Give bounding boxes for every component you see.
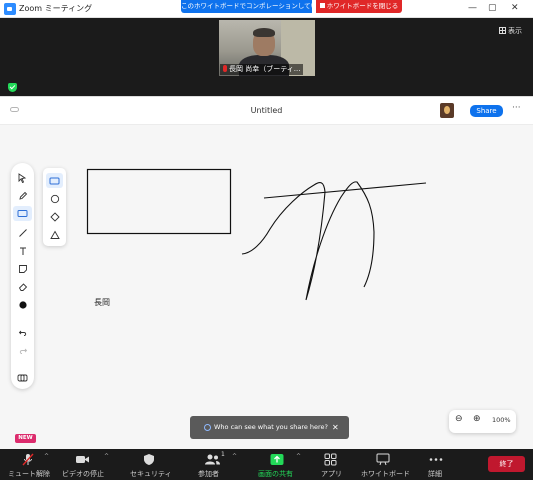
- shapes-icon: [17, 210, 28, 217]
- security-shield-icon: [144, 454, 154, 465]
- toast-close-button[interactable]: ✕: [332, 416, 339, 439]
- participant-video-tile[interactable]: 長岡 尚幸（ブーティ...: [219, 20, 315, 76]
- components-button[interactable]: [13, 370, 32, 385]
- whiteboard-button[interactable]: ホワイトボード: [361, 451, 410, 479]
- participants-count: 1: [221, 451, 225, 458]
- select-tool-button[interactable]: [13, 170, 32, 185]
- line-icon: [18, 228, 27, 237]
- circle-icon: [50, 194, 59, 203]
- whiteboard-label: ホワイトボード: [361, 470, 410, 478]
- security-button[interactable]: セキュリティ: [130, 451, 172, 479]
- select-icon: [18, 172, 27, 183]
- pen-icon: [18, 191, 27, 200]
- eraser-icon: [18, 282, 27, 291]
- participant-name: 長岡 尚幸（ブーティ...: [229, 65, 301, 73]
- undo-button[interactable]: [13, 325, 32, 340]
- pen-tool-button[interactable]: [13, 188, 32, 203]
- more-button[interactable]: 詳細: [424, 451, 448, 479]
- encryption-shield-icon[interactable]: [8, 83, 17, 92]
- participants-icon: [205, 454, 220, 465]
- share-screen-icon: [270, 454, 284, 465]
- more-label: 詳細: [428, 470, 442, 478]
- whiteboard-icon: [376, 453, 390, 466]
- share-options-chevron-icon[interactable]: ^: [296, 453, 301, 460]
- eraser-tool-button[interactable]: [13, 279, 32, 294]
- circle-shape-button[interactable]: [46, 191, 63, 206]
- meeting-controls-bar: ミュート解除 ^ ビデオの停止 ^ セキュリティ 1 参加者 ^ 画面の共有 ^…: [0, 449, 533, 480]
- participants-button[interactable]: 1 参加者: [196, 451, 230, 479]
- shapes-tool-button[interactable]: [13, 206, 32, 221]
- canvas-text[interactable]: 長岡: [94, 297, 110, 308]
- new-badge: NEW: [15, 434, 36, 443]
- view-button[interactable]: 表示: [499, 26, 522, 36]
- muted-mic-icon: [223, 65, 227, 72]
- title-bar: Zoom ミーティング このホワイトボードでコンポレーションしています ホワイト…: [0, 0, 533, 18]
- audio-options-chevron-icon[interactable]: ^: [44, 453, 49, 460]
- end-meeting-button[interactable]: 終了: [488, 456, 525, 472]
- participants-label: 参加者: [198, 470, 219, 478]
- triangle-icon: [49, 230, 60, 239]
- apps-icon: [324, 453, 337, 466]
- zoom-logo-icon: [4, 3, 16, 15]
- apps-label: アプリ: [321, 470, 342, 478]
- stop-video-label: ビデオの停止: [62, 470, 104, 478]
- people-icon: [204, 424, 211, 431]
- video-strip: 長岡 尚幸（ブーティ... 表示: [0, 18, 533, 96]
- minimize-button[interactable]: —: [468, 3, 477, 13]
- participants-options-chevron-icon[interactable]: ^: [232, 453, 237, 460]
- security-label: セキュリティ: [130, 470, 172, 478]
- zoom-meeting-window: Zoom ミーティング このホワイトボードでコンポレーションしています ホワイト…: [0, 0, 533, 480]
- unmute-label: ミュート解除: [8, 470, 50, 478]
- undo-icon: [18, 330, 26, 336]
- zoom-out-button[interactable]: ⊖: [455, 414, 463, 424]
- view-label: 表示: [508, 27, 522, 35]
- line-tool-button[interactable]: [13, 225, 32, 240]
- stop-square-icon: [319, 3, 325, 8]
- diamond-icon: [49, 211, 60, 222]
- text-tool-button[interactable]: [13, 243, 32, 258]
- triangle-shape-button[interactable]: [46, 227, 63, 242]
- drawn-rectangle[interactable]: [86, 168, 232, 235]
- zoom-in-button[interactable]: ⊕: [473, 414, 481, 424]
- components-icon: [17, 374, 28, 381]
- close-window-button[interactable]: ✕: [511, 3, 519, 13]
- drawn-stroke-curve[interactable]: [241, 181, 375, 301]
- shape-picker-panel: [43, 168, 66, 246]
- participant-hair: [253, 28, 275, 37]
- stop-video-button[interactable]: ビデオの停止: [62, 451, 104, 479]
- close-whiteboard-label: ホワイトボードを閉じる: [326, 2, 399, 10]
- more-dots-icon: [429, 458, 443, 461]
- redo-button[interactable]: [13, 343, 32, 358]
- zoom-control: ⊖ ⊕ 100%: [449, 410, 516, 433]
- apps-button[interactable]: アプリ: [318, 451, 344, 479]
- close-whiteboard-button[interactable]: ホワイトボードを閉じる: [316, 0, 402, 13]
- share-visibility-toast[interactable]: Who can see what you share here? ✕: [190, 416, 349, 439]
- window-title: Zoom ミーティング: [19, 4, 93, 13]
- redo-icon: [19, 348, 27, 354]
- whiteboard-canvas[interactable]: [0, 97, 533, 450]
- diamond-shape-button[interactable]: [46, 209, 63, 224]
- participant-name-tag: 長岡 尚幸（ブーティ...: [220, 64, 304, 75]
- text-icon: [19, 247, 26, 255]
- rectangle-shape-button[interactable]: [46, 173, 63, 188]
- whiteboard-area: Untitled Share ··· 長岡 Who can see what y…: [0, 96, 533, 449]
- video-options-chevron-icon[interactable]: ^: [104, 453, 109, 460]
- drawn-stroke-line[interactable]: [263, 182, 427, 199]
- sticky-note-icon: [18, 264, 27, 273]
- zoom-level[interactable]: 100%: [492, 416, 511, 424]
- video-camera-icon: [76, 456, 89, 463]
- maximize-button[interactable]: ▢: [488, 3, 497, 13]
- sticky-note-tool-button[interactable]: [13, 261, 32, 276]
- share-screen-label: 画面の共有: [258, 470, 293, 478]
- toast-text: Who can see what you share here?: [214, 423, 329, 431]
- color-icon: [18, 300, 27, 309]
- grid-view-icon: [499, 27, 506, 34]
- share-screen-button[interactable]: 画面の共有: [258, 451, 298, 479]
- whiteboard-toolbar: [11, 163, 34, 389]
- rectangle-icon: [49, 177, 60, 184]
- color-picker-button[interactable]: [13, 297, 32, 312]
- whiteboard-share-banner: このホワイトボードでコンポレーションしています: [181, 0, 312, 13]
- muted-mic-icon: [22, 453, 34, 466]
